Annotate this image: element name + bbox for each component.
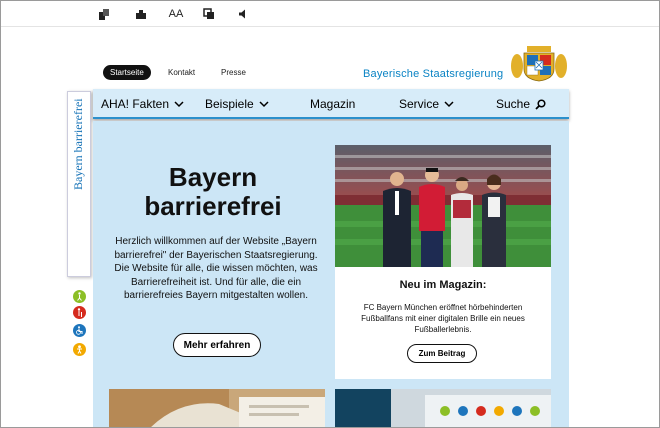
browser-frame: AA Startseite Kontakt Presse Bayerische … — [0, 0, 660, 428]
hero-intro-text: Herzlich willkommen auf der Website „Bay… — [114, 236, 318, 301]
teaser-image-right[interactable] — [335, 389, 551, 427]
nav-label: Beispiele — [205, 97, 254, 111]
nav-item-aha-fakten[interactable]: AHA! Fakten — [101, 97, 184, 111]
puzzle-icon[interactable] — [134, 6, 148, 22]
chevron-down-icon — [174, 100, 184, 107]
chevron-down-icon — [259, 100, 269, 107]
main-content: Bayern barrierefrei Herzlich willkommen … — [93, 121, 569, 427]
barrierefrei-side-tab[interactable]: Bayern barrierefrei — [67, 91, 91, 356]
meta-nav-home[interactable]: Startseite — [103, 65, 151, 80]
meta-nav-press[interactable]: Presse — [221, 68, 246, 77]
nav-label: Service — [399, 97, 440, 111]
senior-icon — [73, 306, 86, 319]
accessibility-toolbar: AA — [1, 1, 659, 27]
more-info-button[interactable]: Mehr erfahren — [173, 333, 261, 357]
chevron-down-icon — [444, 100, 454, 107]
nav-item-magazin[interactable]: Magazin — [310, 97, 355, 111]
search-icon — [535, 98, 546, 110]
nav-item-service[interactable]: Service — [399, 97, 454, 111]
mobility-icon — [73, 290, 86, 303]
font-size-icon[interactable]: AA — [168, 6, 184, 22]
magazine-card-title: Neu im Magazin: — [399, 279, 487, 291]
copy-icon[interactable] — [202, 6, 216, 22]
nav-label: Magazin — [310, 97, 356, 111]
meta-nav-contact[interactable]: Kontakt — [168, 68, 195, 77]
bavarian-crest-logo[interactable] — [509, 44, 569, 82]
hero-title: Bayern barrierefrei — [93, 163, 333, 221]
side-tab-label: Bayern barrierefrei — [71, 98, 85, 190]
hero-title-line2: barrierefrei — [144, 191, 282, 221]
speaker-icon[interactable] — [237, 6, 249, 22]
nav-item-suche[interactable]: Suche — [496, 97, 546, 111]
stadium-photo — [335, 145, 551, 267]
gov-title-link[interactable]: Bayerische Staatsregierung — [363, 68, 503, 80]
nav-label: AHA! Fakten — [101, 97, 170, 111]
wheelchair-icon — [73, 324, 86, 337]
teaser-image-left[interactable] — [109, 389, 325, 427]
hero-title-line1: Bayern — [168, 162, 258, 192]
nav-label: Suche — [496, 97, 531, 111]
magazine-card-text: FC Bayern München eröffnet hörbehinderte… — [361, 303, 525, 334]
main-nav: AHA! Fakten Beispiele Magazin Service Su… — [93, 89, 569, 119]
contrast-icon[interactable] — [97, 6, 111, 22]
child-icon — [73, 343, 86, 356]
read-article-button[interactable]: Zum Beitrag — [407, 344, 477, 363]
nav-item-beispiele[interactable]: Beispiele — [205, 97, 269, 111]
magazine-teaser-card: Neu im Magazin: FC Bayern München eröffn… — [335, 145, 551, 379]
